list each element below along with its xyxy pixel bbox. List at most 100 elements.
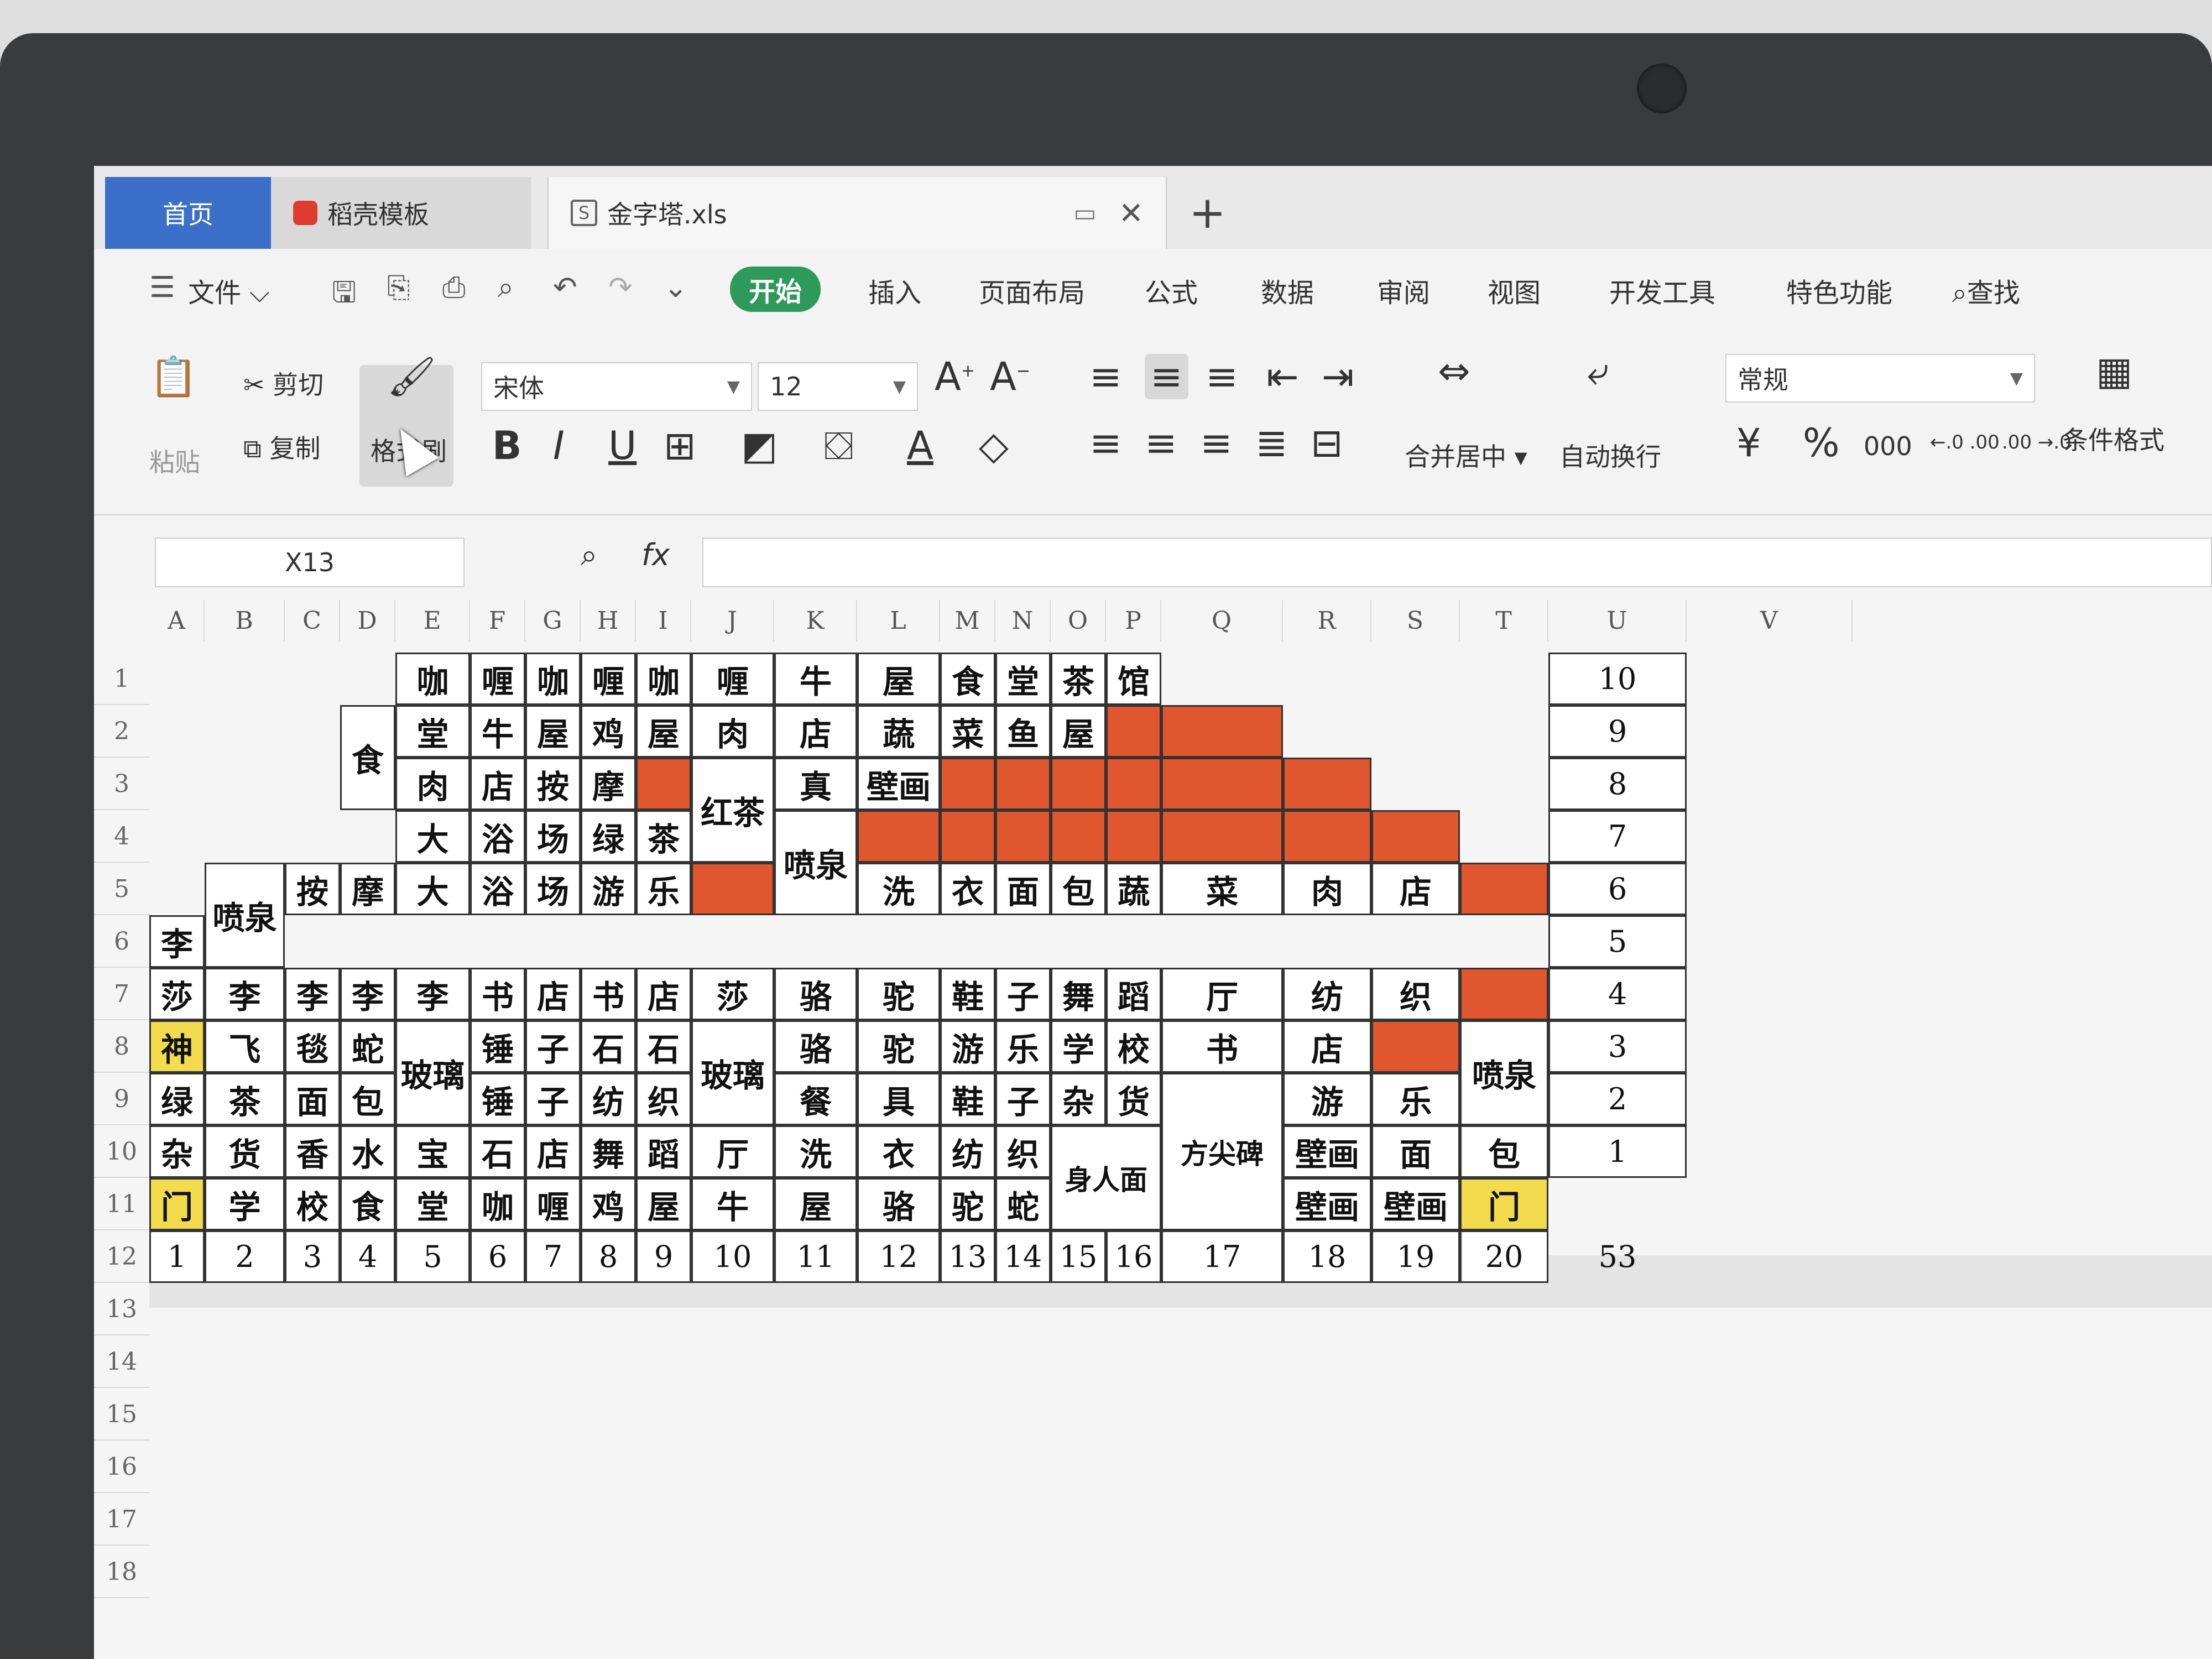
cell-C8[interactable]: 毯 (285, 1020, 340, 1073)
conditional-format-icon[interactable]: ▦ (2096, 348, 2132, 394)
column-header-Q[interactable]: Q (1161, 600, 1283, 641)
cell-I9[interactable]: 织 (636, 1073, 691, 1125)
cell-N9[interactable]: 子 (995, 1073, 1051, 1125)
cell-H9[interactable]: 纺 (581, 1073, 636, 1125)
cell-L11[interactable]: 骆 (857, 1178, 940, 1230)
cell-P2[interactable] (1106, 705, 1161, 758)
cell-Q5[interactable]: 菜 (1161, 863, 1283, 915)
cell-A9[interactable]: 绿 (149, 1073, 205, 1125)
menu-tab-review[interactable]: 审阅 (1377, 271, 1430, 310)
cell-P7[interactable]: 蹈 (1106, 968, 1161, 1020)
cell-I7[interactable]: 店 (636, 968, 691, 1020)
cell-H8[interactable]: 石 (581, 1020, 636, 1073)
cell-I1[interactable]: 咖 (636, 653, 691, 705)
formula-input[interactable] (702, 538, 2212, 587)
cell-H11[interactable]: 鸡 (581, 1178, 636, 1230)
underline-button[interactable]: U (608, 423, 637, 468)
brush-icon[interactable]: 🖌 (387, 354, 436, 400)
close-tab-icon[interactable]: ✕ (1119, 196, 1144, 231)
decrease-indent-icon[interactable]: ⇤ (1266, 354, 1299, 399)
cell-D7[interactable]: 李 (340, 968, 395, 1020)
cell-K10[interactable]: 洗 (774, 1125, 857, 1178)
column-header-C[interactable]: C (285, 600, 340, 641)
cell-H4[interactable]: 绿 (581, 810, 636, 863)
cell-R3[interactable] (1283, 758, 1371, 810)
row-header-1[interactable]: 1 (94, 653, 149, 705)
cell-U4[interactable]: 7 (1548, 810, 1687, 863)
cell-N11[interactable]: 蛇 (995, 1178, 1051, 1230)
share-icon[interactable]: ⎘ (387, 271, 410, 305)
menu-tab-developer[interactable]: 开发工具 (1609, 271, 1715, 310)
cell-M10[interactable]: 纺 (940, 1125, 995, 1178)
cell-M4[interactable] (940, 810, 995, 863)
cell-F11[interactable]: 咖 (470, 1178, 525, 1230)
cell-E10[interactable]: 宝 (395, 1125, 470, 1178)
cell-K7[interactable]: 骆 (774, 968, 857, 1020)
cell-K12[interactable]: 11 (774, 1230, 857, 1283)
cell-E12[interactable]: 5 (395, 1230, 470, 1283)
row-header-2[interactable]: 2 (94, 705, 149, 758)
cell-I3[interactable] (636, 758, 691, 810)
cell-K11[interactable]: 屋 (774, 1178, 857, 1230)
row-header-7[interactable]: 7 (94, 968, 149, 1020)
cell-G2[interactable]: 屋 (525, 705, 581, 758)
cell-D11[interactable]: 食 (340, 1178, 395, 1230)
cell-J11[interactable]: 牛 (691, 1178, 774, 1230)
column-header-E[interactable]: E (395, 600, 470, 641)
cell-R11[interactable]: 壁画 (1283, 1178, 1371, 1230)
cell-M12[interactable]: 13 (940, 1230, 995, 1283)
cell-K3[interactable]: 真 (774, 758, 857, 810)
cell-N10[interactable]: 织 (995, 1125, 1051, 1178)
cell-C7[interactable]: 李 (285, 968, 340, 1020)
cell-L7[interactable]: 驼 (857, 968, 940, 1020)
cell-H10[interactable]: 舞 (581, 1125, 636, 1178)
cell-U10[interactable]: 1 (1548, 1125, 1687, 1178)
cell-F8[interactable]: 锤 (470, 1020, 525, 1073)
cell-R5[interactable]: 肉 (1283, 863, 1371, 915)
cell-A12[interactable]: 1 (149, 1230, 205, 1283)
cell-L8[interactable]: 驼 (857, 1020, 940, 1073)
fx-icon[interactable]: fx (641, 538, 670, 572)
cell-G12[interactable]: 7 (525, 1230, 581, 1283)
column-header-H[interactable]: H (581, 600, 636, 641)
cell-E8[interactable]: 玻璃 (395, 1020, 470, 1125)
menu-tab-page-layout[interactable]: 页面布局 (979, 271, 1085, 310)
cell-F3[interactable]: 店 (470, 758, 525, 810)
cell-B12[interactable]: 2 (205, 1230, 285, 1283)
column-header-S[interactable]: S (1371, 600, 1460, 641)
cell-S9[interactable]: 乐 (1371, 1073, 1460, 1125)
cell-R8[interactable]: 店 (1283, 1020, 1371, 1073)
paste-label[interactable]: 粘贴 (149, 442, 200, 479)
cell-B8[interactable]: 飞 (205, 1020, 285, 1073)
cell-T10[interactable]: 包 (1460, 1125, 1548, 1178)
cell-A7[interactable]: 莎 (149, 968, 205, 1020)
tab-home[interactable]: 首页 (105, 177, 271, 249)
cell-N1[interactable]: 堂 (995, 653, 1051, 705)
font-family-select[interactable]: 宋体 ▼ (481, 362, 752, 411)
cell-T7[interactable] (1460, 968, 1548, 1020)
cell-O4[interactable] (1051, 810, 1106, 863)
column-header-D[interactable]: D (340, 600, 395, 641)
cell-I4[interactable]: 茶 (636, 810, 691, 863)
cell-T8[interactable]: 喷泉 (1460, 1020, 1548, 1125)
menu-tab-view[interactable]: 视图 (1488, 271, 1541, 310)
cell-N2[interactable]: 鱼 (995, 705, 1051, 758)
cell-B5[interactable]: 喷泉 (205, 863, 285, 968)
cell-P1[interactable]: 馆 (1106, 653, 1161, 705)
cell-H5[interactable]: 游 (581, 863, 636, 915)
column-header-U[interactable]: U (1548, 600, 1687, 641)
cell-K1[interactable]: 牛 (774, 653, 857, 705)
cell-J3[interactable]: 红茶 (691, 758, 774, 863)
row-header-16[interactable]: 16 (94, 1441, 149, 1493)
cell-C9[interactable]: 面 (285, 1073, 340, 1125)
italic-button[interactable]: I (553, 423, 565, 468)
column-header-G[interactable]: G (525, 600, 581, 641)
cell-S7[interactable]: 织 (1371, 968, 1460, 1020)
cell-Q8[interactable]: 书 (1161, 1020, 1283, 1073)
cell-F1[interactable]: 喱 (470, 653, 525, 705)
cell-S4[interactable] (1371, 810, 1460, 863)
row-header-10[interactable]: 10 (94, 1125, 149, 1178)
cell-N12[interactable]: 14 (995, 1230, 1051, 1283)
column-header-O[interactable]: O (1051, 600, 1106, 641)
cell-H7[interactable]: 书 (581, 968, 636, 1020)
